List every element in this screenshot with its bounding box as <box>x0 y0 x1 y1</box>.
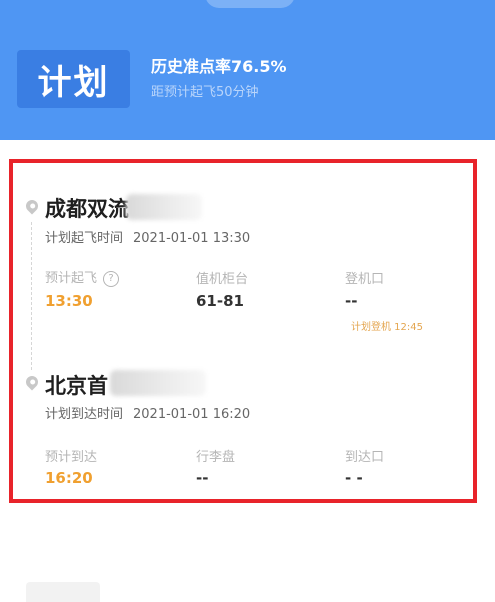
flight-status-header: 计划 历史准点率76.5% 距预计起飞50分钟 <box>0 0 495 140</box>
arrival-airport-redaction <box>110 370 206 396</box>
est-departure-label-text: 预计起飞 <box>45 271 98 286</box>
departure-plan-time: 计划起飞时间 2021-01-01 13:30 <box>45 227 250 246</box>
departure-plan-label: 计划起飞时间 <box>45 231 124 246</box>
boarding-time-note: 计划登机 12:45 <box>351 322 423 333</box>
arrival-plan-label: 计划到达时间 <box>45 407 124 422</box>
arrival-plan-time: 计划到达时间 2021-01-01 16:20 <box>45 403 250 422</box>
est-departure-time: 13:30 <box>45 292 93 310</box>
departure-plan-value: 2021-01-01 13:30 <box>133 231 251 246</box>
question-circle-icon[interactable]: ? <box>103 271 120 287</box>
gate-label: 登机口 <box>345 272 385 287</box>
gate-value: -- <box>345 292 358 310</box>
est-departure-label: 预计起飞? <box>45 267 120 287</box>
arrival-exit-label: 到达口 <box>345 450 385 465</box>
flight-status-badge: 计划 <box>17 50 130 108</box>
est-arrival-time: 16:20 <box>45 469 93 487</box>
arrival-plan-value: 2021-01-01 16:20 <box>133 407 251 422</box>
departure-countdown: 距预计起飞50分钟 <box>151 85 259 100</box>
route-connector <box>31 222 32 370</box>
departure-airport: 成都双流 <box>45 197 129 221</box>
ontime-rate: 历史准点率76.5% <box>151 57 287 76</box>
baggage-carousel-value: -- <box>196 469 209 487</box>
header-decoration <box>205 0 295 8</box>
checkin-counter-label: 值机柜台 <box>196 272 249 287</box>
est-arrival-label: 预计到达 <box>45 450 98 465</box>
departure-airport-redaction <box>126 194 202 220</box>
checkin-counter-value: 61-81 <box>196 292 244 310</box>
arrival-airport: 北京首 <box>45 374 108 398</box>
bottom-partial-element <box>26 582 100 602</box>
arrival-exit-value: - - <box>345 469 363 487</box>
baggage-carousel-label: 行李盘 <box>196 450 236 465</box>
